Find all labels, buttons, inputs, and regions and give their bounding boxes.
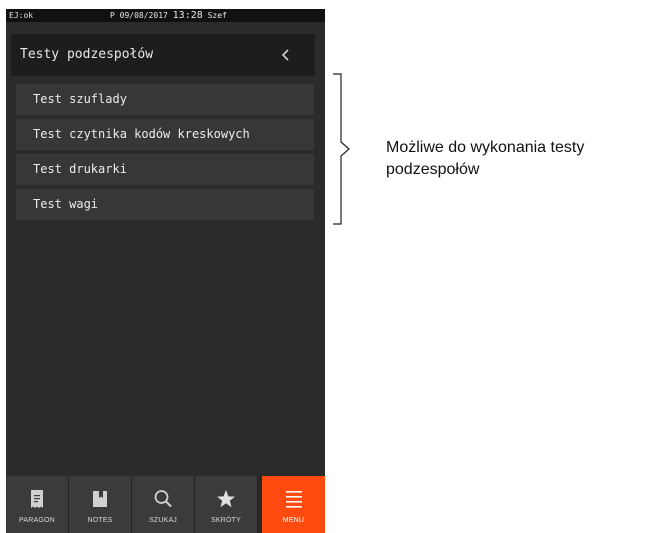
nav-label-notes: NOTES [87, 517, 113, 524]
page-title: Testy podzespołów [20, 47, 154, 62]
chevron-left-icon[interactable] [279, 48, 293, 62]
nav-label-menu: MENU [282, 517, 305, 524]
nav-menu[interactable]: MENU [262, 476, 325, 533]
nav-label-paragon: PARAGON [19, 517, 55, 524]
search-icon [154, 490, 172, 508]
receipt-icon [31, 490, 43, 508]
status-datetime: P 09/08/2017 13:28 Szef [110, 9, 227, 22]
nav-label-search: SZUKAJ [148, 517, 178, 524]
annotation-text: Możliwe do wykonania testy podzespołów [386, 137, 669, 181]
nav-notes[interactable]: NOTES [69, 476, 132, 533]
status-time: 13:28 [172, 10, 203, 21]
status-bar: EJ:ok P 09/08/2017 13:28 Szef [6, 9, 325, 22]
nav-label-shortcuts: SKRÓTY [211, 517, 241, 524]
menu-icon [285, 491, 302, 508]
nav-shortcuts[interactable]: SKRÓTY [195, 476, 258, 533]
status-prefix: P [110, 11, 115, 20]
status-ej: EJ:ok [9, 11, 34, 20]
page-header: Testy podzespołów [11, 34, 315, 76]
annotation-line-2: podzespołów [386, 161, 480, 178]
menu-item-barcode-reader-test[interactable]: Test czytnika kodów kreskowych [16, 119, 314, 150]
star-icon [217, 490, 235, 508]
nav-paragon[interactable]: PARAGON [6, 476, 69, 533]
menu-item-scale-test[interactable]: Test wagi [16, 189, 314, 220]
annotation-line-1: Możliwe do wykonania testy [386, 139, 585, 156]
bottom-nav: PARAGON NOTES SZUKAJ SKRÓTY MENU [6, 476, 325, 533]
notebook-icon [93, 491, 107, 507]
device-screen: EJ:ok P 09/08/2017 13:28 Szef Testy podz… [6, 9, 325, 533]
annotation-bracket [333, 73, 350, 225]
nav-search[interactable]: SZUKAJ [132, 476, 195, 533]
status-user: Szef [207, 11, 227, 20]
menu-item-printer-test[interactable]: Test drukarki [16, 154, 314, 185]
menu-item-drawer-test[interactable]: Test szuflady [16, 84, 314, 115]
status-date: 09/08/2017 [119, 11, 168, 20]
